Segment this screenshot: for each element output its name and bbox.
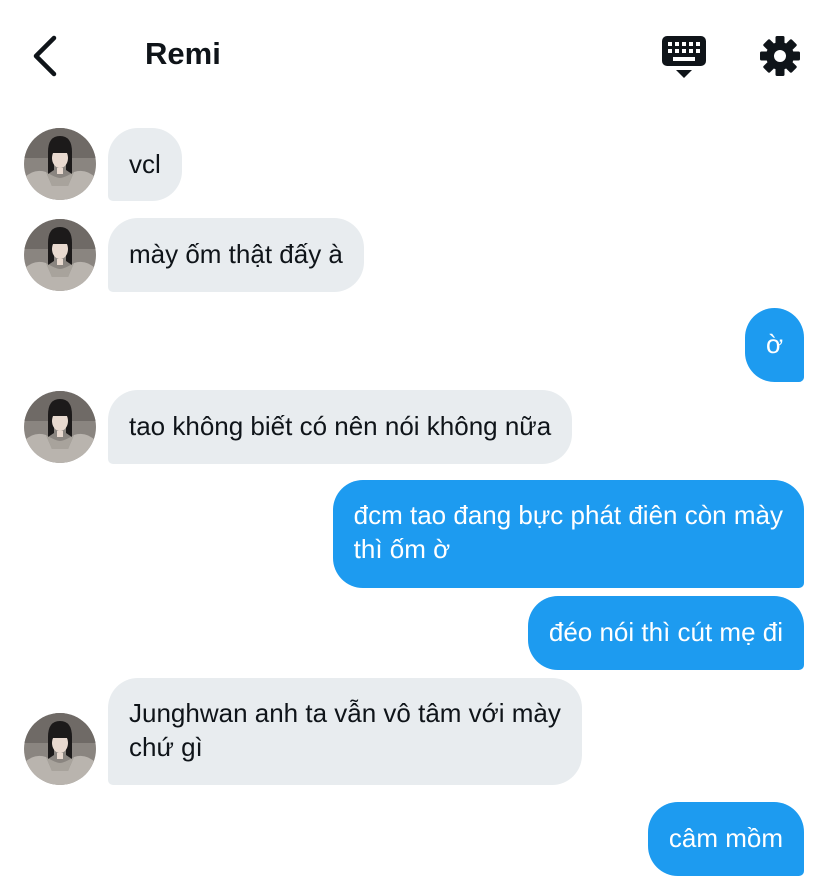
keyboard-button[interactable] bbox=[660, 34, 708, 80]
keyboard-icon bbox=[662, 36, 706, 78]
user-photo bbox=[24, 391, 96, 463]
message-text-line: đcm tao đang bực phát điên còn mày bbox=[353, 500, 783, 530]
chevron-left-icon bbox=[33, 35, 57, 77]
message-text-line: thì ốm ờ bbox=[353, 534, 451, 564]
message-text: mày ốm thật đấy à bbox=[129, 239, 343, 269]
settings-button[interactable] bbox=[758, 34, 802, 78]
message-text: ờ bbox=[765, 329, 783, 359]
message-bubble-outgoing[interactable]: đcm tao đang bực phát điên còn mày thì ố… bbox=[332, 480, 804, 588]
message-bubble-outgoing[interactable]: ờ bbox=[744, 308, 804, 382]
conversation-title[interactable]: Remi bbox=[145, 36, 221, 72]
user-photo bbox=[24, 128, 96, 200]
user-photo bbox=[24, 219, 96, 291]
avatar[interactable] bbox=[24, 219, 96, 291]
avatar[interactable] bbox=[24, 128, 96, 200]
chat-header: Remi bbox=[0, 0, 828, 110]
message-text: vcl bbox=[129, 149, 161, 179]
message-bubble-outgoing[interactable]: câm mồm bbox=[647, 802, 804, 876]
message-bubble-incoming[interactable]: vcl bbox=[108, 128, 182, 201]
message-text: tao không biết có nên nói không nữa bbox=[129, 411, 552, 441]
message-text: đéo nói thì cút mẹ đi bbox=[548, 617, 783, 647]
message-text-line: chứ gì bbox=[129, 732, 203, 762]
message-text-line: Junghwan anh ta vẫn vô tâm với mày bbox=[129, 698, 561, 728]
message-bubble-incoming[interactable]: Junghwan anh ta vẫn vô tâm với mày chứ g… bbox=[108, 678, 582, 785]
message-bubble-incoming[interactable]: mày ốm thật đấy à bbox=[108, 218, 364, 292]
gear-icon bbox=[760, 36, 800, 76]
message-bubble-incoming[interactable]: tao không biết có nên nói không nữa bbox=[108, 390, 573, 464]
avatar[interactable] bbox=[24, 391, 96, 463]
user-photo bbox=[24, 713, 96, 785]
message-bubble-outgoing[interactable]: đéo nói thì cút mẹ đi bbox=[527, 596, 804, 670]
avatar[interactable] bbox=[24, 713, 96, 785]
message-text: câm mồm bbox=[668, 823, 783, 853]
back-button[interactable] bbox=[28, 34, 64, 78]
